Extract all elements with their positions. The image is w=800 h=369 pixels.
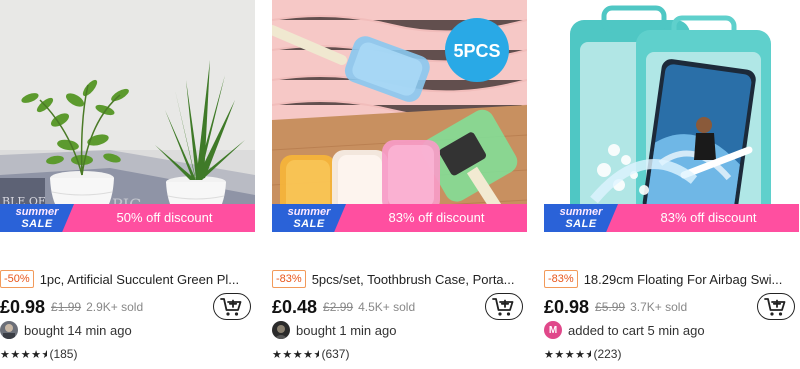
activity-row: M added to cart 5 min ago	[544, 320, 799, 340]
activity-text: added to cart 5 min ago	[568, 322, 705, 338]
title-row: -83% 5pcs/set, Toothbrush Case, Porta...	[272, 269, 527, 289]
add-to-cart-icon	[764, 297, 786, 316]
summer-sale-label: summer SALE	[544, 204, 618, 232]
discount-badge: -83%	[544, 270, 578, 288]
title-row: -83% 18.29cm Floating For Airbag Swi...	[544, 269, 799, 289]
add-to-cart-button[interactable]	[757, 293, 795, 320]
product-card[interactable]: 5PCS summer SALE 83% off discount -83% 5…	[272, 0, 527, 369]
discount-text: 83% off discount	[660, 210, 757, 225]
add-to-cart-button[interactable]	[213, 293, 251, 320]
add-to-cart-icon	[220, 297, 242, 316]
pcs-badge: 5PCS	[453, 41, 500, 61]
activity-row: bought 14 min ago	[0, 320, 255, 340]
product-card[interactable]: BLE OF TENTS PIC	[0, 0, 255, 369]
price: £0.48	[272, 296, 318, 317]
discount-text: 83% off discount	[388, 210, 485, 225]
activity-row: bought 1 min ago	[272, 320, 527, 340]
original-price: £5.99	[595, 300, 626, 314]
activity-text: bought 14 min ago	[24, 322, 132, 338]
activity-text: bought 1 min ago	[296, 322, 397, 338]
review-count: (185)	[49, 347, 78, 361]
price-row: £0.98 £5.99 3.7K+ sold	[544, 293, 799, 320]
rating-row: ★★★★★ (185)	[0, 345, 77, 363]
product-title[interactable]: 18.29cm Floating For Airbag Swi...	[584, 272, 783, 287]
avatar	[0, 321, 18, 339]
original-price: £2.99	[323, 300, 354, 314]
discount-badge: -50%	[0, 270, 34, 288]
product-image[interactable]: 5PCS summer SALE 83% off discount	[272, 0, 527, 232]
product-card[interactable]: summer SALE 83% off discount -83% 18.29c…	[544, 0, 799, 369]
add-to-cart-button[interactable]	[485, 293, 523, 320]
discount-text: 50% off discount	[116, 210, 213, 225]
discount-banner: summer SALE 83% off discount	[544, 204, 799, 232]
star-rating: ★★★★★	[544, 348, 592, 361]
discount-banner: summer SALE 50% off discount	[0, 204, 255, 232]
review-count: (637)	[321, 347, 350, 361]
price-row: £0.48 £2.99 4.5K+ sold	[272, 293, 527, 320]
price: £0.98	[544, 296, 590, 317]
original-price: £1.99	[51, 300, 82, 314]
avatar	[272, 321, 290, 339]
star-rating: ★★★★★	[0, 348, 48, 361]
rating-row: ★★★★★ (637)	[272, 345, 349, 363]
discount-banner: summer SALE 83% off discount	[272, 204, 527, 232]
product-title[interactable]: 5pcs/set, Toothbrush Case, Porta...	[312, 272, 515, 287]
product-image[interactable]: summer SALE 83% off discount	[544, 0, 799, 232]
title-row: -50% 1pc, Artificial Succulent Green Pl.…	[0, 269, 255, 289]
sold-count: 2.9K+ sold	[86, 300, 144, 314]
summer-sale-label: summer SALE	[272, 204, 346, 232]
summer-sale-label: summer SALE	[0, 204, 74, 232]
add-to-cart-icon	[492, 297, 514, 316]
product-image[interactable]: BLE OF TENTS PIC	[0, 0, 255, 232]
sold-count: 4.5K+ sold	[358, 300, 416, 314]
review-count: (223)	[593, 347, 622, 361]
avatar: M	[544, 321, 562, 339]
discount-badge: -83%	[272, 270, 306, 288]
star-rating: ★★★★★	[272, 348, 320, 361]
price: £0.98	[0, 296, 46, 317]
rating-row: ★★★★★ (223)	[544, 345, 621, 363]
product-title[interactable]: 1pc, Artificial Succulent Green Pl...	[40, 272, 239, 287]
price-row: £0.98 £1.99 2.9K+ sold	[0, 293, 255, 320]
sold-count: 3.7K+ sold	[630, 300, 688, 314]
